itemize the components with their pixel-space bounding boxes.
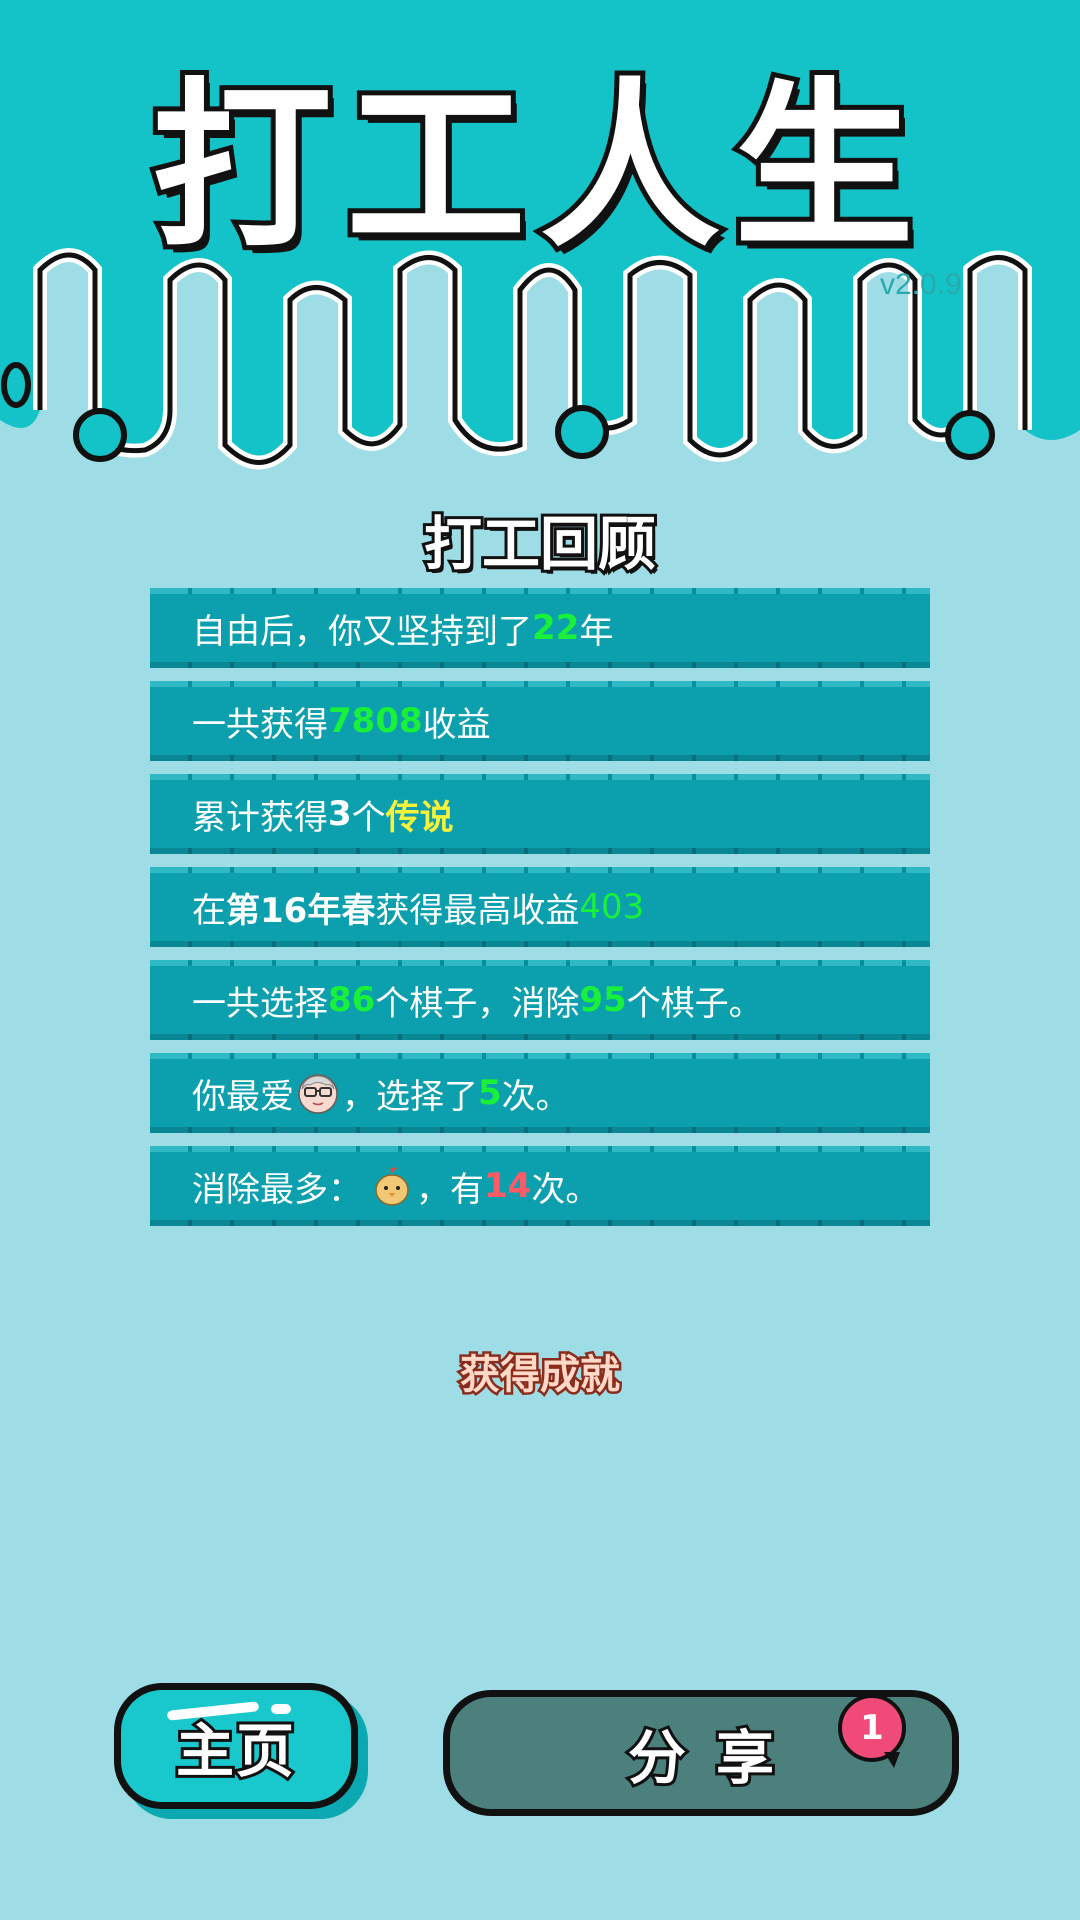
stat-value: 14 — [484, 1166, 532, 1206]
share-button-label: 分享 — [625, 1721, 804, 1795]
stat-text: 收益 — [422, 704, 491, 745]
review-list: 自由后，你又坚持到了 22 年 一共获得 7808 收益 累计获得 3 个传说 在 第16年… — [150, 588, 930, 1239]
stat-text: 次。 — [531, 1169, 600, 1210]
stat-text: 一共选择 — [192, 983, 328, 1024]
game-title: 打工人生 — [147, 58, 928, 277]
stat-text: ，选择了 — [342, 1076, 478, 1117]
home-button[interactable]: 主页 — [114, 1683, 358, 1809]
stat-text: 年 — [579, 611, 614, 652]
review-title: 打工回顾 — [421, 507, 659, 581]
stat-row-income: 一共获得 7808 收益 — [150, 681, 930, 761]
stat-row-legend: 累计获得 3 个传说 — [150, 774, 930, 854]
stat-text: 一共获得 — [192, 704, 328, 745]
stat-text: 获得最高收益 — [375, 890, 580, 931]
stat-row-most-eliminated: 消除最多： ，有 14 次。 — [150, 1146, 930, 1226]
chick-icon — [375, 1167, 409, 1206]
stat-text: ，有 — [416, 1169, 484, 1210]
stat-value: 403 — [579, 887, 645, 927]
old-man-face-icon — [298, 1074, 338, 1114]
stat-row-pieces: 一共选择 86 个棋子，消除 95 个棋子。 — [150, 960, 930, 1040]
stat-row-best-season: 在 第16年春 获得最高收益 403 — [150, 867, 930, 947]
stat-text: 自由后，你又坚持到了 — [192, 611, 532, 652]
stat-text: 消除最多： — [192, 1169, 362, 1210]
stat-text: 在 — [192, 890, 226, 931]
stat-text: 个 — [351, 797, 386, 838]
stat-value: 86 — [328, 980, 376, 1020]
stat-text: 你最爱 — [192, 1076, 294, 1117]
stat-text: 个棋子。 — [626, 983, 763, 1024]
notification-badge: 1 — [838, 1694, 906, 1768]
stat-value: 7808 — [328, 701, 423, 741]
stat-value: 3 — [328, 794, 352, 834]
season-label: 第16年春 — [226, 890, 376, 931]
stat-row-favorite: 你最爱 ，选择了 5 次。 — [150, 1053, 930, 1133]
stat-value: 95 — [579, 980, 627, 1020]
stat-text: 累计获得 — [192, 797, 328, 838]
home-button-label: 主页 — [173, 1714, 297, 1788]
stat-value: 22 — [532, 608, 580, 648]
achievement-label[interactable]: 获得成就 — [0, 1342, 1080, 1401]
stat-text: 个棋子，消除 — [375, 983, 580, 1024]
stat-text: 次。 — [501, 1076, 570, 1117]
rarity-label: 传说 — [385, 797, 454, 838]
stat-row-years: 自由后，你又坚持到了 22 年 — [150, 588, 930, 668]
stat-value: 5 — [478, 1073, 502, 1113]
version-label: v2.0.9 — [880, 268, 962, 301]
header-banner: 打工人生 v2.0.9 — [0, 0, 1080, 480]
